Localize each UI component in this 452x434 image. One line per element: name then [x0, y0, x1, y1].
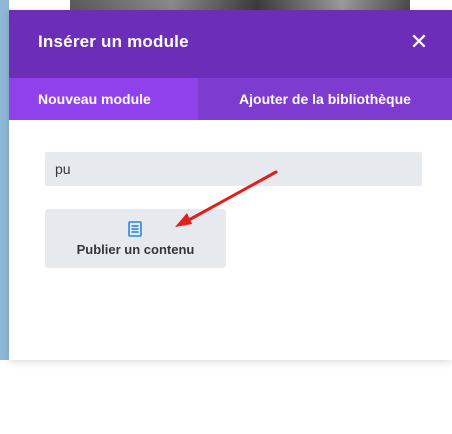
module-search-input[interactable] — [45, 152, 422, 186]
close-icon[interactable]: ✕ — [406, 27, 432, 57]
module-publish-content-button[interactable]: Publier un contenu — [45, 209, 226, 268]
background-left-edge — [0, 0, 9, 360]
module-label: Publier un contenu — [76, 242, 195, 257]
tab-add-from-library[interactable]: Ajouter de la bibliothèque — [198, 78, 452, 120]
post-content-icon — [128, 221, 142, 237]
tab-new-module[interactable]: Nouveau module — [9, 78, 198, 120]
modal-header: Insérer un module ✕ — [9, 10, 452, 78]
insert-module-modal: Insérer un module ✕ Nouveau module Ajout… — [9, 10, 452, 360]
modal-title: Insérer un module — [38, 32, 189, 51]
modal-tabs: Nouveau module Ajouter de la bibliothèqu… — [9, 78, 452, 120]
